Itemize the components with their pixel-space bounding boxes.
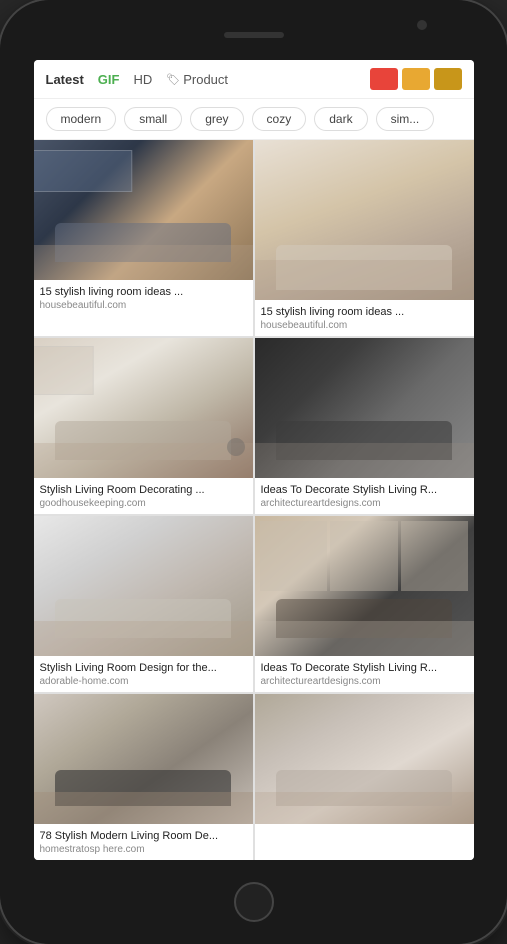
image-6 [255, 516, 474, 656]
source-2: housebeautiful.com [261, 320, 468, 331]
category-chips: modern small grey cozy dark sim... [34, 99, 474, 140]
chip-dark[interactable]: dark [314, 107, 367, 131]
chip-cozy[interactable]: cozy [252, 107, 307, 131]
chip-small[interactable]: small [124, 107, 182, 131]
caption-4: Ideas To Decorate Stylish Living R... ar… [255, 478, 474, 511]
chip-modern[interactable]: modern [46, 107, 117, 131]
caption-6: Ideas To Decorate Stylish Living R... ar… [255, 656, 474, 689]
title-5: Stylish Living Room Design for the... [40, 661, 247, 675]
image-1 [34, 140, 253, 280]
tab-gif[interactable]: GIF [98, 72, 120, 87]
filter-tabs: Latest GIF HD 🏷 Product [34, 60, 474, 99]
chip-sim[interactable]: sim... [376, 107, 435, 131]
grid-item-8[interactable] [255, 694, 474, 860]
image-7 [34, 694, 253, 824]
title-2: 15 stylish living room ideas ... [261, 305, 468, 319]
title-3: Stylish Living Room Decorating ... [40, 483, 247, 497]
speaker [224, 32, 284, 38]
tab-product[interactable]: 🏷 Product [166, 72, 228, 87]
tab-hd[interactable]: HD [133, 72, 152, 87]
scroll-dot [227, 438, 245, 456]
tab-latest[interactable]: Latest [46, 72, 84, 87]
swatch-orange[interactable] [402, 68, 430, 90]
grid-item-3[interactable]: Stylish Living Room Decorating ... goodh… [34, 338, 253, 514]
title-4: Ideas To Decorate Stylish Living R... [261, 483, 468, 497]
caption-8 [255, 824, 474, 832]
home-button[interactable] [234, 882, 274, 922]
image-5 [34, 516, 253, 656]
image-grid: 15 stylish living room ideas ... housebe… [34, 140, 474, 860]
source-7: homestratosp here.com [40, 844, 247, 855]
swatch-red[interactable] [370, 68, 398, 90]
source-1: housebeautiful.com [40, 300, 247, 311]
image-2 [255, 140, 474, 300]
title-7: 78 Stylish Modern Living Room De... [40, 829, 247, 843]
caption-2: 15 stylish living room ideas ... housebe… [255, 300, 474, 333]
color-swatches [370, 68, 462, 90]
image-4 [255, 338, 474, 478]
caption-7: 78 Stylish Modern Living Room De... home… [34, 824, 253, 857]
title-1: 15 stylish living room ideas ... [40, 285, 247, 299]
front-camera [417, 20, 427, 30]
caption-1: 15 stylish living room ideas ... housebe… [34, 280, 253, 313]
phone-bottom [0, 860, 507, 944]
title-6: Ideas To Decorate Stylish Living R... [261, 661, 468, 675]
source-3: goodhousekeeping.com [40, 498, 247, 509]
product-label: Product [183, 72, 228, 87]
grid-item-1[interactable]: 15 stylish living room ideas ... housebe… [34, 140, 253, 336]
chip-grey[interactable]: grey [190, 107, 243, 131]
swatch-yellow[interactable] [434, 68, 462, 90]
image-3 [34, 338, 253, 478]
caption-5: Stylish Living Room Design for the... ad… [34, 656, 253, 689]
grid-item-2[interactable]: 15 stylish living room ideas ... housebe… [255, 140, 474, 336]
source-4: architectureartdesigns.com [261, 498, 468, 509]
tag-icon: 🏷 [166, 73, 180, 86]
image-8 [255, 694, 474, 824]
grid-item-4[interactable]: Ideas To Decorate Stylish Living R... ar… [255, 338, 474, 514]
grid-item-5[interactable]: Stylish Living Room Design for the... ad… [34, 516, 253, 692]
phone-frame: Latest GIF HD 🏷 Product modern small gre… [0, 0, 507, 944]
source-6: architectureartdesigns.com [261, 676, 468, 687]
grid-item-7[interactable]: 78 Stylish Modern Living Room De... home… [34, 694, 253, 860]
source-5: adorable-home.com [40, 676, 247, 687]
grid-item-6[interactable]: Ideas To Decorate Stylish Living R... ar… [255, 516, 474, 692]
screen: Latest GIF HD 🏷 Product modern small gre… [34, 60, 474, 860]
phone-top [0, 0, 507, 60]
caption-3: Stylish Living Room Decorating ... goodh… [34, 478, 253, 511]
